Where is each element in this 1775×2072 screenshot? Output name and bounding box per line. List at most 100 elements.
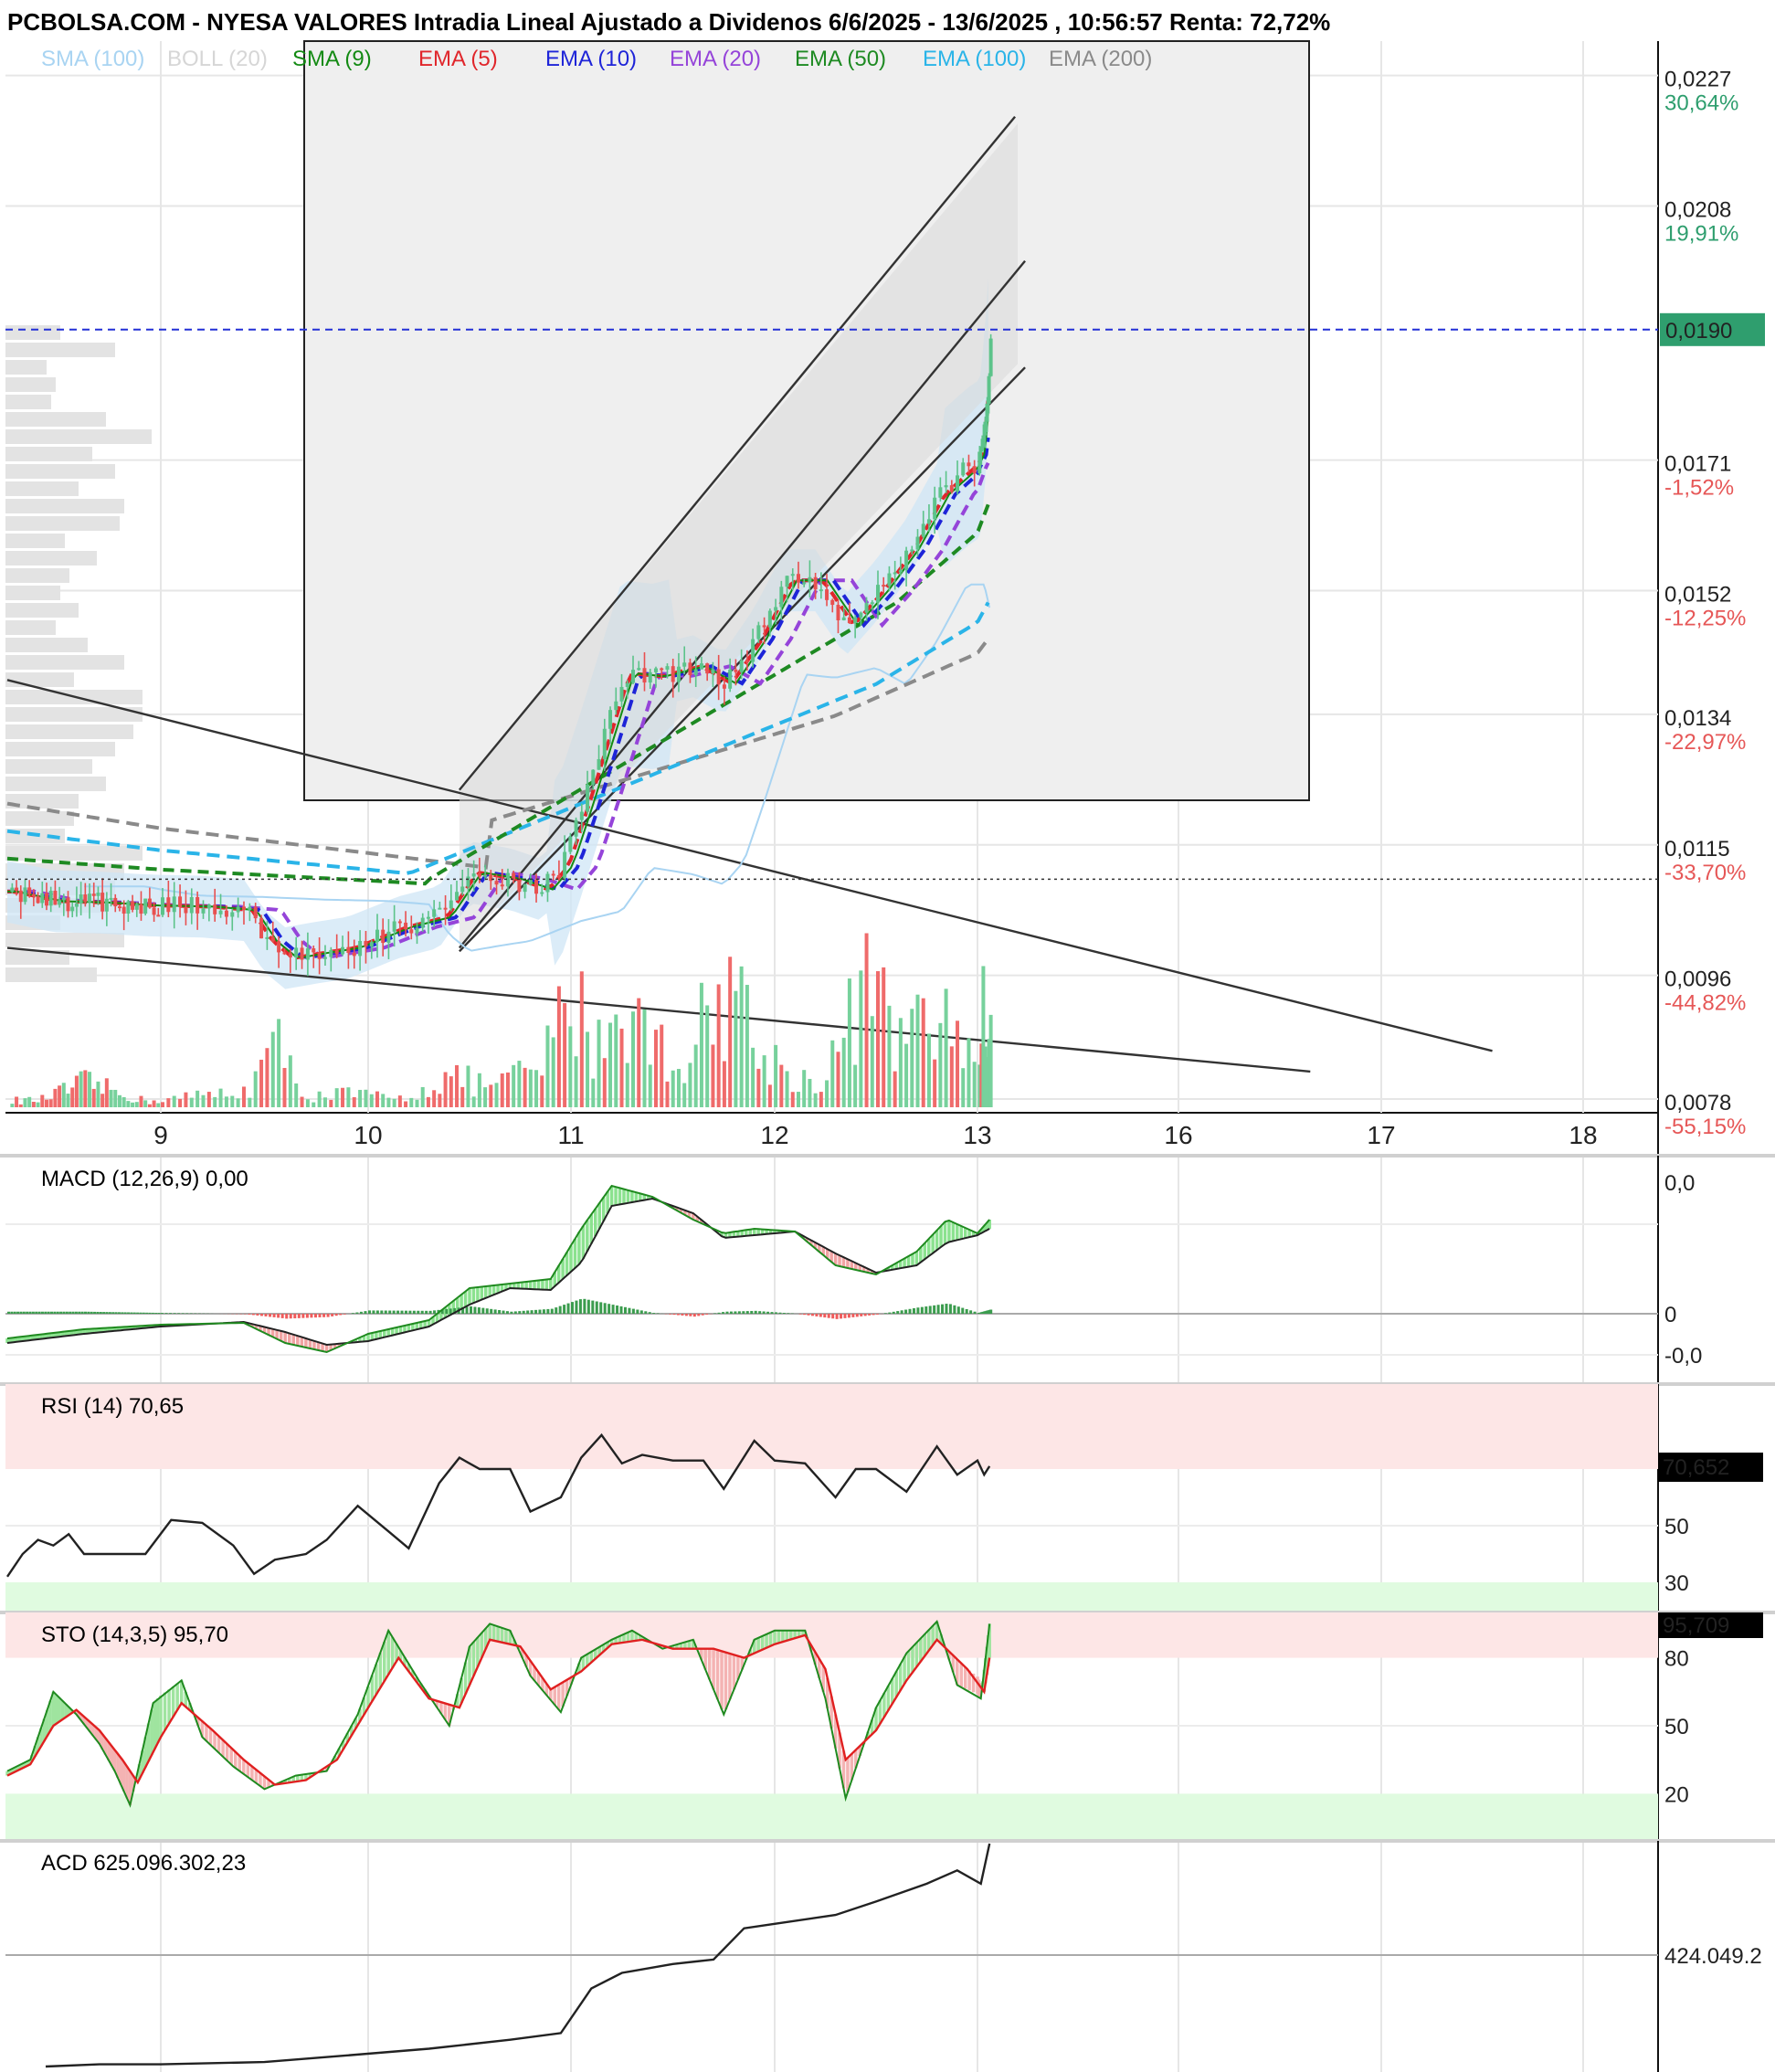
macd-histogram-bar — [59, 1311, 63, 1314]
volume-bar — [716, 984, 721, 1107]
legend-item: SMA (100) — [41, 47, 144, 71]
macd-histogram-bar — [326, 1314, 330, 1317]
candle-body — [642, 668, 647, 683]
macd-histogram-bar — [400, 1310, 404, 1314]
volume-bar — [734, 990, 738, 1107]
candle-body — [944, 485, 948, 488]
candle-body — [455, 892, 460, 901]
macd-histogram-bar — [603, 1303, 607, 1314]
y-tick-label: 0,0227 — [1664, 68, 1731, 92]
macd-histogram-bar — [546, 1308, 550, 1314]
volume-bar — [88, 1072, 92, 1107]
candle-body — [967, 462, 971, 467]
volume-bar — [195, 1090, 200, 1107]
x-tick-label: 16 — [1164, 1121, 1192, 1149]
volume-bar — [312, 1102, 316, 1107]
macd-histogram-bar — [717, 1312, 721, 1314]
volume-profile-bar — [5, 395, 51, 409]
volume-profile-bar — [5, 343, 115, 357]
volume-bar — [386, 1097, 391, 1107]
volume-bar — [352, 1096, 356, 1107]
volume-bar — [642, 1009, 647, 1107]
x-tick-label: 11 — [557, 1121, 584, 1149]
macd-y-tick: -0,0 — [1664, 1344, 1702, 1369]
volume-bar — [682, 1083, 687, 1107]
macd-histogram-bar — [305, 1314, 309, 1318]
macd-histogram-bar — [293, 1314, 297, 1319]
macd-histogram-bar — [26, 1311, 29, 1314]
volume-bar — [887, 1005, 892, 1107]
volume-bar — [614, 1014, 618, 1107]
volume-bar — [853, 1064, 858, 1107]
y-tick-label: 0,0134 — [1664, 706, 1731, 731]
volume-bar — [230, 1095, 235, 1107]
volume-bar — [74, 1075, 79, 1107]
volume-profile-bar — [5, 429, 152, 444]
macd-histogram-bar — [19, 1311, 23, 1314]
volume-bar — [597, 1020, 601, 1107]
x-tick-label: 18 — [1569, 1121, 1597, 1149]
y-tick-pct: 30,64% — [1664, 91, 1738, 116]
macd-histogram-bar — [498, 1309, 502, 1314]
candle-body — [230, 912, 235, 917]
candle-body — [36, 896, 40, 904]
volume-bar — [972, 1062, 977, 1107]
macd-histogram-bar — [672, 1314, 676, 1316]
macd-histogram-bar — [916, 1307, 920, 1314]
macd-histogram-bar — [71, 1311, 75, 1314]
volume-bar — [796, 1092, 800, 1107]
volume-bar — [671, 1070, 675, 1107]
candle-body — [722, 684, 726, 689]
macd-histogram-bar — [754, 1310, 757, 1314]
sto-panel: STO (14,3,5) 95,70 80 50 20 95,709 — [0, 1611, 1775, 1839]
volume-bar — [767, 1084, 772, 1107]
macd-histogram-bar — [96, 1311, 100, 1314]
macd-histogram-bar — [343, 1314, 346, 1315]
macd-histogram-bar — [933, 1305, 936, 1314]
macd-histogram-bar — [863, 1314, 867, 1316]
macd-histogram-bar — [571, 1302, 574, 1314]
macd-histogram-bar — [375, 1310, 379, 1314]
candle-body — [369, 942, 374, 947]
macd-histogram-bar — [810, 1314, 814, 1316]
volume-bar — [967, 1038, 971, 1107]
macd-histogram-bar — [161, 1313, 164, 1314]
candle-body — [184, 906, 188, 914]
volume-bar — [859, 970, 863, 1107]
macd-histogram-bar — [28, 1311, 32, 1314]
macd-histogram-bar — [136, 1312, 140, 1314]
volume-bar — [926, 1033, 931, 1107]
volume-bar — [751, 1047, 755, 1107]
macd-histogram-bar — [819, 1314, 822, 1317]
candle-body — [143, 898, 148, 914]
volume-bar — [96, 1081, 100, 1107]
legend-item: EMA (20) — [670, 47, 761, 71]
macd-histogram-bar — [550, 1308, 554, 1314]
sto-value-label: 95,709 — [1663, 1613, 1729, 1638]
candle-body — [933, 497, 937, 520]
macd-histogram-bar — [563, 1305, 566, 1314]
candle-body — [665, 666, 670, 670]
macd-histogram-bar — [449, 1308, 452, 1314]
macd-histogram-bar — [264, 1314, 268, 1316]
macd-histogram-bar — [359, 1311, 363, 1314]
volume-bar — [699, 982, 703, 1107]
candle-body — [671, 666, 675, 682]
y-tick-pct: -1,52% — [1664, 476, 1734, 501]
macd-histogram-bar — [823, 1314, 827, 1318]
macd-histogram-bar — [843, 1314, 847, 1318]
candle-body — [438, 907, 442, 910]
macd-histogram-bar — [31, 1311, 35, 1314]
volume-bar — [152, 1100, 156, 1107]
candle-body — [189, 897, 194, 914]
volume-bar — [915, 994, 920, 1107]
volume-bar — [265, 1048, 269, 1107]
macd-histogram-bar — [272, 1314, 276, 1317]
macd-histogram-bar — [904, 1309, 908, 1314]
candle-body — [926, 519, 931, 524]
candle-body — [876, 585, 880, 603]
volume-bar — [224, 1096, 228, 1107]
macd-histogram-bar — [912, 1308, 915, 1314]
macd-histogram-bar — [734, 1311, 737, 1314]
volume-bar — [882, 967, 886, 1107]
